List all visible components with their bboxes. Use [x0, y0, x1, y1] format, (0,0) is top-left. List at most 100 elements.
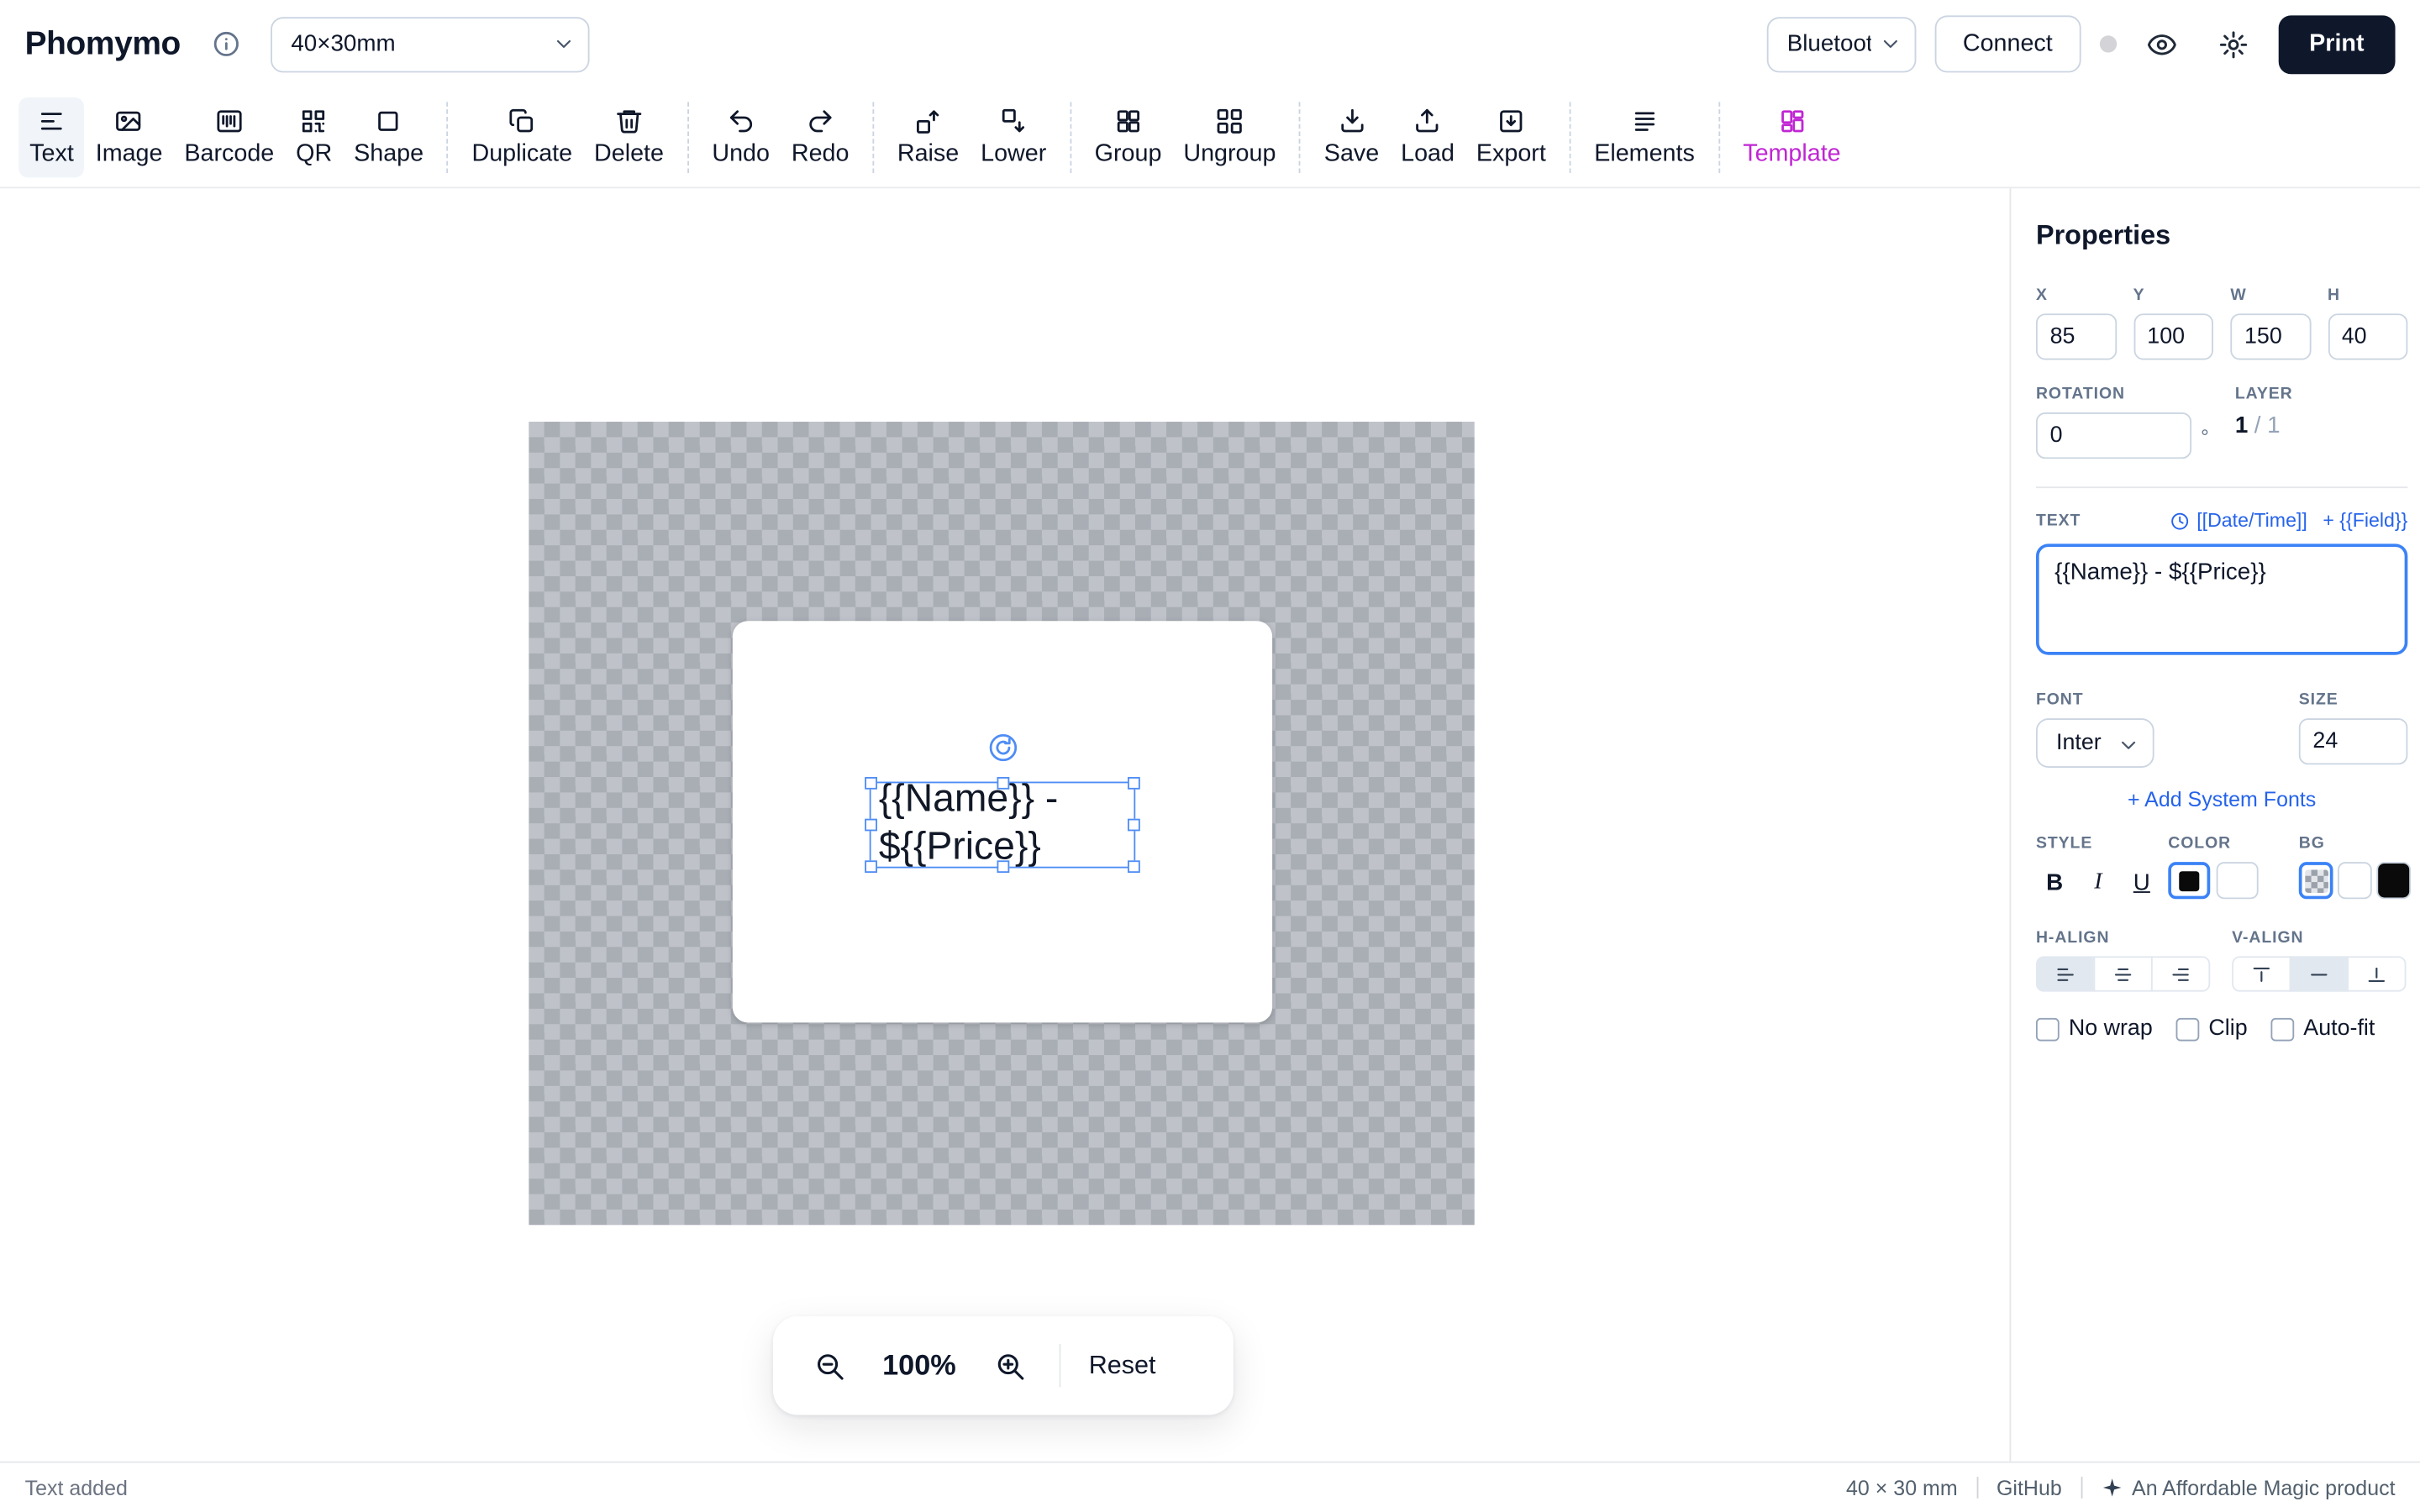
tool-ungroup[interactable]: Ungroup: [1172, 97, 1286, 178]
shape-icon: [374, 107, 403, 136]
selection-handle[interactable]: [1128, 777, 1140, 790]
label-dimensions: 40 × 30 mm: [1846, 1476, 1958, 1499]
tool-save[interactable]: Save: [1313, 97, 1390, 178]
x-label: X: [2036, 286, 2116, 304]
qr-icon: [299, 107, 329, 136]
tool-delete[interactable]: Delete: [583, 97, 675, 178]
rotate-icon: [989, 734, 1017, 762]
label-size-select-wrap: 40×30mm: [271, 16, 589, 71]
rotation-handle[interactable]: [989, 734, 1017, 762]
add-system-fonts-link[interactable]: + Add System Fonts: [2036, 788, 2407, 811]
font-select[interactable]: Inter: [2036, 718, 2154, 768]
group-icon: [1113, 107, 1143, 136]
insert-datetime-link[interactable]: [[Date/Time]]: [2170, 510, 2307, 532]
tool-shape[interactable]: Shape: [343, 97, 434, 178]
black-swatch-fill: [2179, 870, 2199, 890]
align-right-icon: [2170, 963, 2191, 985]
zoom-reset-button[interactable]: Reset: [1089, 1351, 1156, 1380]
insert-field-link[interactable]: + {{Field}}: [2323, 510, 2407, 532]
zoom-in-button[interactable]: [987, 1344, 1031, 1387]
font-size-input[interactable]: [2299, 718, 2408, 764]
bg-white-swatch[interactable]: [2338, 862, 2372, 899]
design-canvas[interactable]: {{Name}} - ${{Price}} 100%: [0, 188, 2009, 1461]
tool-label: Redo: [792, 140, 850, 168]
tool-group[interactable]: Group: [1084, 97, 1173, 178]
bg-black-swatch[interactable]: [2376, 862, 2411, 899]
info-button[interactable]: [199, 18, 252, 71]
y-input[interactable]: [2133, 313, 2213, 360]
w-label: W: [2230, 286, 2310, 304]
tool-label: Delete: [594, 140, 664, 168]
label-size-select[interactable]: 40×30mm: [271, 16, 589, 71]
layer-label: LAYER: [2235, 385, 2407, 403]
print-button[interactable]: Print: [2278, 14, 2395, 73]
italic-button[interactable]: I: [2080, 862, 2117, 902]
selection-box[interactable]: [870, 782, 1136, 869]
redo-icon: [806, 107, 835, 136]
clip-checkbox[interactable]: [2176, 1017, 2200, 1041]
panel-divider: [2036, 486, 2407, 488]
tool-undo[interactable]: Undo: [701, 97, 781, 178]
layer-value: 1/ 1: [2235, 412, 2407, 438]
valign-middle-icon: [2308, 963, 2330, 985]
toolbar-separator: [687, 102, 689, 173]
selection-handle[interactable]: [865, 860, 877, 873]
autofit-checkbox[interactable]: [2270, 1017, 2294, 1041]
preview-button[interactable]: [2135, 18, 2188, 71]
selection-handle[interactable]: [1128, 819, 1140, 832]
connect-button[interactable]: Connect: [1935, 15, 2081, 72]
valign-bottom-button[interactable]: [2347, 956, 2406, 991]
toolbar-separator: [872, 102, 874, 173]
tool-barcode[interactable]: Barcode: [173, 97, 285, 178]
github-link[interactable]: GitHub: [1996, 1476, 2062, 1499]
text-color-black-swatch[interactable]: [2168, 862, 2210, 899]
rotation-input[interactable]: [2036, 412, 2191, 459]
selection-handle[interactable]: [997, 860, 1009, 873]
valign-top-button[interactable]: [2232, 956, 2291, 991]
properties-heading: Properties: [2036, 219, 2407, 252]
tool-lower[interactable]: Lower: [970, 97, 1057, 178]
underline-button[interactable]: U: [2123, 862, 2160, 902]
selection-handle[interactable]: [1128, 860, 1140, 873]
template-icon: [1777, 107, 1807, 136]
x-input[interactable]: [2036, 313, 2116, 360]
w-input[interactable]: [2230, 313, 2310, 360]
bg-transparent-swatch[interactable]: [2299, 862, 2333, 899]
no-wrap-checkbox[interactable]: [2036, 1017, 2060, 1041]
tool-export[interactable]: Export: [1465, 97, 1557, 178]
toolbar-separator: [1070, 102, 1071, 173]
tool-text[interactable]: Text: [18, 97, 85, 178]
bold-button[interactable]: B: [2036, 862, 2073, 902]
tool-raise[interactable]: Raise: [886, 97, 970, 178]
font-size-row: FONT Inter SIZE: [2036, 690, 2407, 768]
align-left-button[interactable]: [2036, 956, 2095, 991]
tool-image[interactable]: Image: [85, 97, 174, 178]
valign-middle-button[interactable]: [2290, 956, 2349, 991]
tool-qr[interactable]: QR: [285, 97, 343, 178]
tool-duplicate[interactable]: Duplicate: [461, 97, 584, 178]
selection-handle[interactable]: [997, 777, 1009, 790]
selection-handle[interactable]: [865, 777, 877, 790]
tool-label: Undo: [712, 140, 770, 168]
tool-template[interactable]: Template: [1732, 97, 1851, 178]
undo-icon: [726, 107, 755, 136]
text-label: TEXT: [2036, 512, 2081, 530]
settings-button[interactable]: [2207, 18, 2260, 71]
clip-label: Clip: [2208, 1016, 2247, 1041]
tool-load[interactable]: Load: [1390, 97, 1465, 178]
connection-type-select[interactable]: Bluetooth: [1767, 16, 1917, 71]
text-content-input[interactable]: {{Name}} - ${{Price}}: [2036, 543, 2407, 654]
text-color-white-swatch[interactable]: [2217, 862, 2259, 899]
align-center-button[interactable]: [2093, 956, 2152, 991]
selection-handle[interactable]: [865, 819, 877, 832]
zoom-toolbar: 100% Reset: [773, 1316, 1234, 1415]
tools-toolbar: Text Image Barcode QR Shape Duplicate De…: [0, 88, 2420, 189]
tool-redo[interactable]: Redo: [781, 97, 860, 178]
zoom-out-button[interactable]: [808, 1344, 851, 1387]
tool-label: Image: [96, 140, 163, 168]
no-wrap-option: No wrap: [2036, 1016, 2153, 1041]
y-label: Y: [2133, 286, 2213, 304]
align-right-button[interactable]: [2151, 956, 2210, 991]
h-input[interactable]: [2328, 313, 2407, 360]
tool-elements[interactable]: Elements: [1583, 97, 1706, 178]
